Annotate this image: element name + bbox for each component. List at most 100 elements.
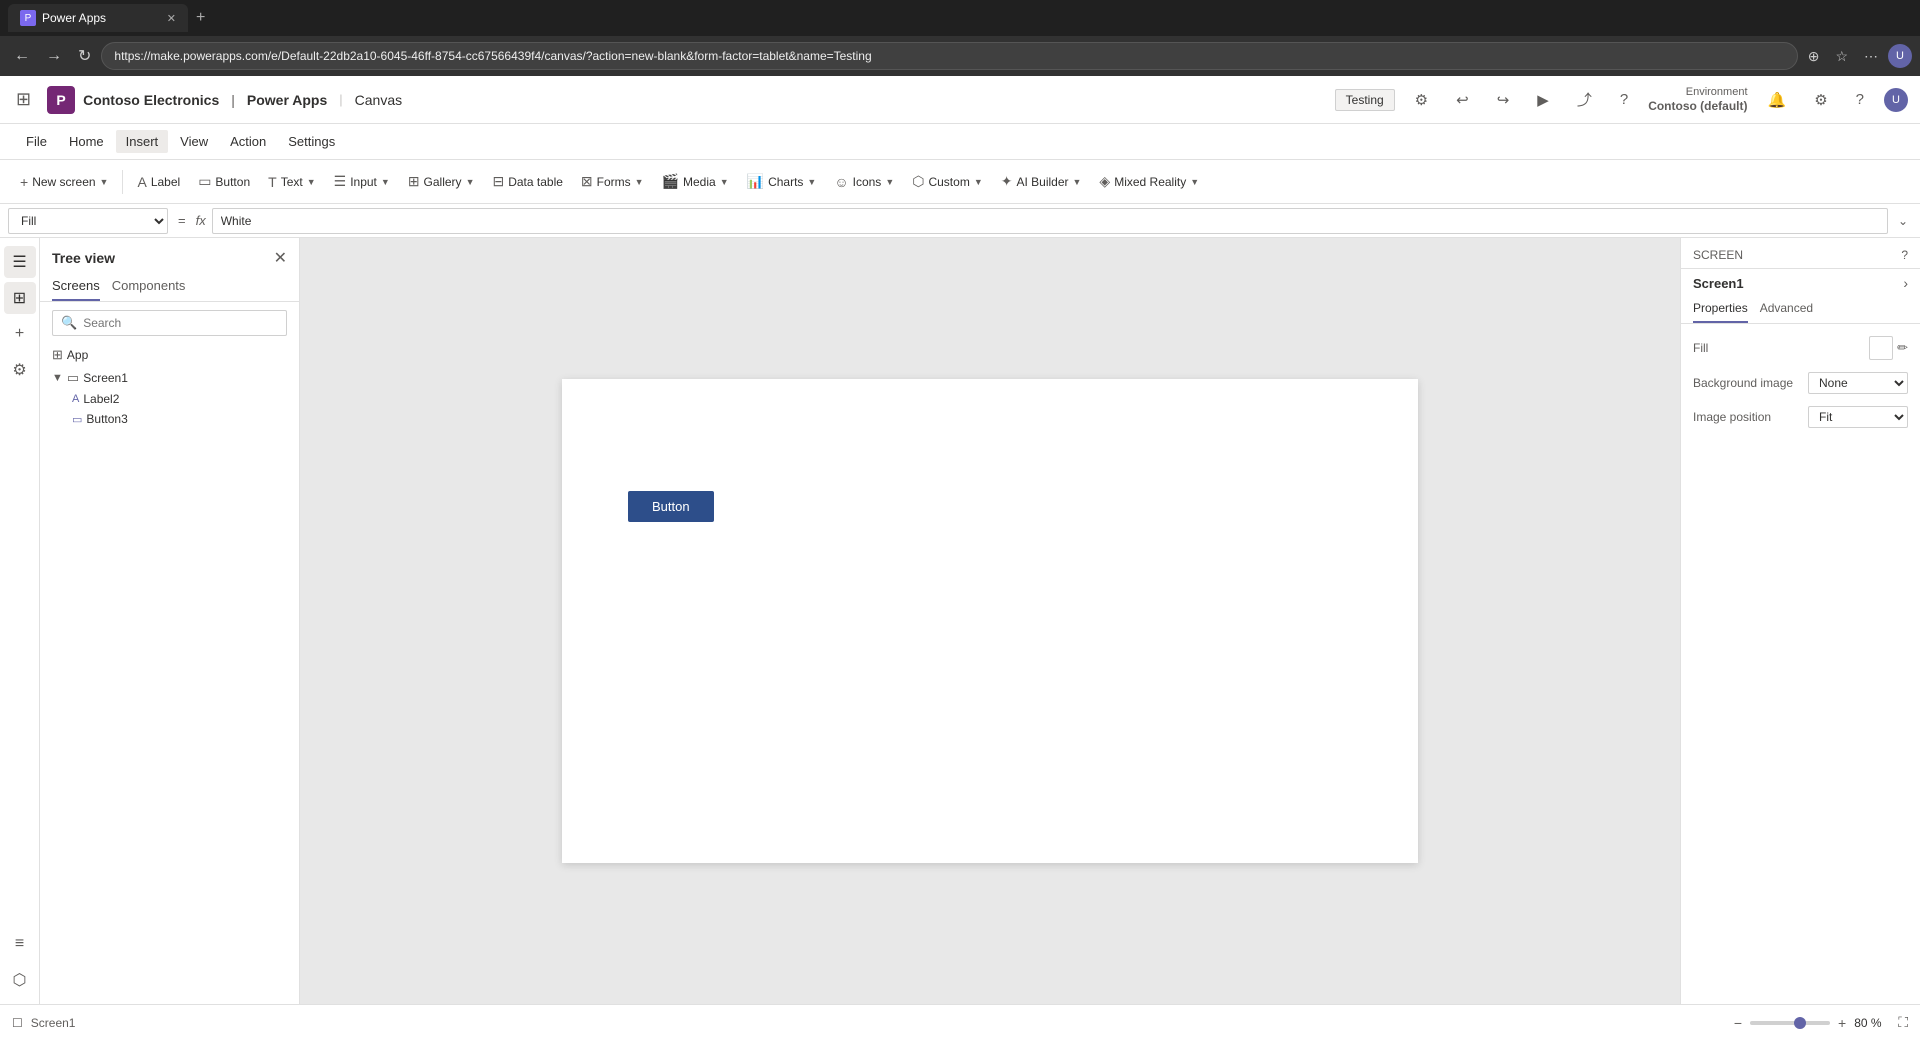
new-tab-button[interactable]: +: [196, 9, 205, 27]
formula-input[interactable]: [212, 208, 1888, 234]
connections-button[interactable]: ⬡: [4, 964, 36, 996]
settings-button[interactable]: ⋯: [1858, 44, 1884, 69]
notifications-icon[interactable]: 🔔: [1760, 87, 1795, 113]
screen1-chevron: ▼: [52, 372, 63, 384]
button-btn-label: Button: [215, 175, 250, 189]
status-checkbox[interactable]: ☐: [12, 1016, 23, 1030]
right-tab-advanced[interactable]: Advanced: [1760, 297, 1813, 323]
favorites-button[interactable]: ☆: [1829, 44, 1854, 69]
address-bar[interactable]: https://make.powerapps.com/e/Default-22d…: [101, 42, 1797, 70]
image-position-select[interactable]: Fit: [1808, 406, 1908, 428]
extensions-button[interactable]: ⊕: [1802, 44, 1826, 69]
tree-item-screen1[interactable]: ▼ ▭ Screen1 ⋯: [48, 366, 291, 389]
data-sources-button[interactable]: ⚙: [4, 354, 36, 386]
media-button[interactable]: 🎬 Media ▼: [654, 169, 737, 194]
text-btn-label: Text: [281, 175, 303, 189]
hamburger-menu-button[interactable]: ☰: [4, 246, 36, 278]
gallery-btn-label: Gallery: [424, 175, 462, 189]
tree-search-input[interactable]: [83, 316, 278, 330]
tab-close-button[interactable]: ✕: [167, 12, 176, 25]
browser-nav: ← → ↻ https://make.powerapps.com/e/Defau…: [0, 36, 1920, 76]
screen-help-icon[interactable]: ?: [1901, 248, 1908, 262]
menu-view[interactable]: View: [170, 130, 218, 153]
browser-tab[interactable]: P Power Apps ✕: [8, 4, 188, 32]
fill-edit-icon[interactable]: ✏: [1897, 340, 1908, 356]
custom-caret: ▼: [974, 177, 983, 187]
testing-badge: Testing: [1335, 89, 1395, 111]
undo-icon[interactable]: ↩: [1448, 87, 1477, 113]
property-selector[interactable]: Fill: [8, 208, 168, 234]
tree-item-button3[interactable]: ▭ Button3: [48, 409, 291, 429]
tree-view-close-button[interactable]: ✕: [274, 248, 287, 268]
settings-app-icon[interactable]: ⚙: [1806, 87, 1835, 113]
sync-icon[interactable]: ⚙: [1407, 87, 1436, 113]
label2-icon: A: [72, 393, 79, 405]
fullscreen-button[interactable]: ⛶: [1898, 1014, 1908, 1031]
input-button[interactable]: ☰ Input ▼: [326, 169, 398, 194]
redo-icon[interactable]: ↪: [1489, 87, 1518, 113]
menu-settings[interactable]: Settings: [278, 130, 345, 153]
mixed-reality-button[interactable]: ◈ Mixed Reality ▼: [1091, 169, 1207, 194]
custom-btn-label: Custom: [928, 175, 969, 189]
variables-button[interactable]: ≡: [4, 928, 36, 960]
user-avatar[interactable]: U: [1888, 44, 1912, 68]
tree-item-app[interactable]: ⊞ App: [48, 344, 291, 366]
add-control-button[interactable]: +: [4, 318, 36, 350]
forward-button[interactable]: →: [40, 43, 68, 69]
screen-title-row: Screen1 ›: [1681, 269, 1920, 297]
tree-item-label2[interactable]: A Label2: [48, 389, 291, 409]
waffle-icon[interactable]: ⊞: [12, 85, 35, 114]
zoom-slider[interactable]: [1750, 1021, 1830, 1025]
background-image-select[interactable]: None: [1808, 372, 1908, 394]
app-icon: ⊞: [52, 347, 63, 363]
help-icon[interactable]: ?: [1612, 87, 1636, 112]
canvas-frame[interactable]: Button: [562, 379, 1418, 863]
tree-search-box[interactable]: 🔍: [52, 310, 287, 336]
icons-caret: ▼: [885, 177, 894, 187]
charts-button[interactable]: 📊 Charts ▼: [739, 169, 825, 194]
user-profile-avatar[interactable]: U: [1884, 88, 1908, 112]
button-button[interactable]: ▭ Button: [190, 169, 258, 194]
zoom-in-button[interactable]: +: [1834, 1013, 1850, 1033]
tree-view-header: Tree view ✕: [40, 238, 299, 274]
label-button[interactable]: A Label: [129, 170, 188, 194]
label-icon: A: [137, 174, 146, 190]
fill-color-swatch[interactable]: [1869, 336, 1893, 360]
icons-button[interactable]: ☺ Icons ▼: [826, 170, 902, 194]
ai-builder-button[interactable]: ✦ AI Builder ▼: [993, 169, 1090, 194]
tree-view-title: Tree view: [52, 250, 115, 266]
refresh-button[interactable]: ↻: [72, 42, 97, 70]
formula-expand-icon[interactable]: ⌄: [1894, 210, 1912, 232]
zoom-out-button[interactable]: −: [1730, 1013, 1746, 1033]
screen-section-label: SCREEN: [1693, 248, 1743, 262]
treeview-icon-button[interactable]: ⊞: [4, 282, 36, 314]
new-screen-button[interactable]: + New screen ▼: [12, 170, 116, 194]
gallery-button[interactable]: ⊞ Gallery ▼: [400, 169, 483, 194]
right-tab-properties[interactable]: Properties: [1693, 297, 1748, 323]
status-bar: ☐ Screen1 − + 80 % ⛶: [0, 1004, 1920, 1040]
back-button[interactable]: ←: [8, 43, 36, 69]
play-icon[interactable]: ▶: [1529, 87, 1557, 113]
screen1-icon: ▭: [67, 370, 79, 386]
canvas-button-element[interactable]: Button: [628, 491, 714, 522]
tree-view-panel: Tree view ✕ Screens Components 🔍 ⊞ App ▼…: [40, 238, 300, 1004]
menu-insert[interactable]: Insert: [116, 130, 169, 153]
custom-button[interactable]: ⬡ Custom ▼: [904, 169, 991, 194]
app-header: ⊞ P Contoso Electronics | Power Apps | C…: [0, 76, 1920, 124]
media-btn-label: Media: [683, 175, 716, 189]
share-icon[interactable]: ⤴: [1569, 85, 1600, 114]
forms-button[interactable]: ⊠ Forms ▼: [573, 169, 652, 194]
tree-tab-components[interactable]: Components: [112, 274, 186, 301]
data-table-button[interactable]: ⊟ Data table: [484, 169, 570, 194]
main-layout: ☰ ⊞ + ⚙ ≡ ⬡ Tree view ✕ Screens Componen…: [0, 238, 1920, 1004]
help-app-icon[interactable]: ?: [1848, 87, 1872, 112]
zoom-controls: − + 80 %: [1730, 1013, 1890, 1033]
menu-home[interactable]: Home: [59, 130, 114, 153]
text-button[interactable]: T Text ▼: [260, 170, 324, 194]
right-panel-expand-icon[interactable]: ›: [1903, 275, 1908, 291]
forms-btn-label: Forms: [597, 175, 631, 189]
tree-tab-screens[interactable]: Screens: [52, 274, 100, 301]
menu-file[interactable]: File: [16, 130, 57, 153]
menu-action[interactable]: Action: [220, 130, 276, 153]
label-btn-label: Label: [151, 175, 180, 189]
